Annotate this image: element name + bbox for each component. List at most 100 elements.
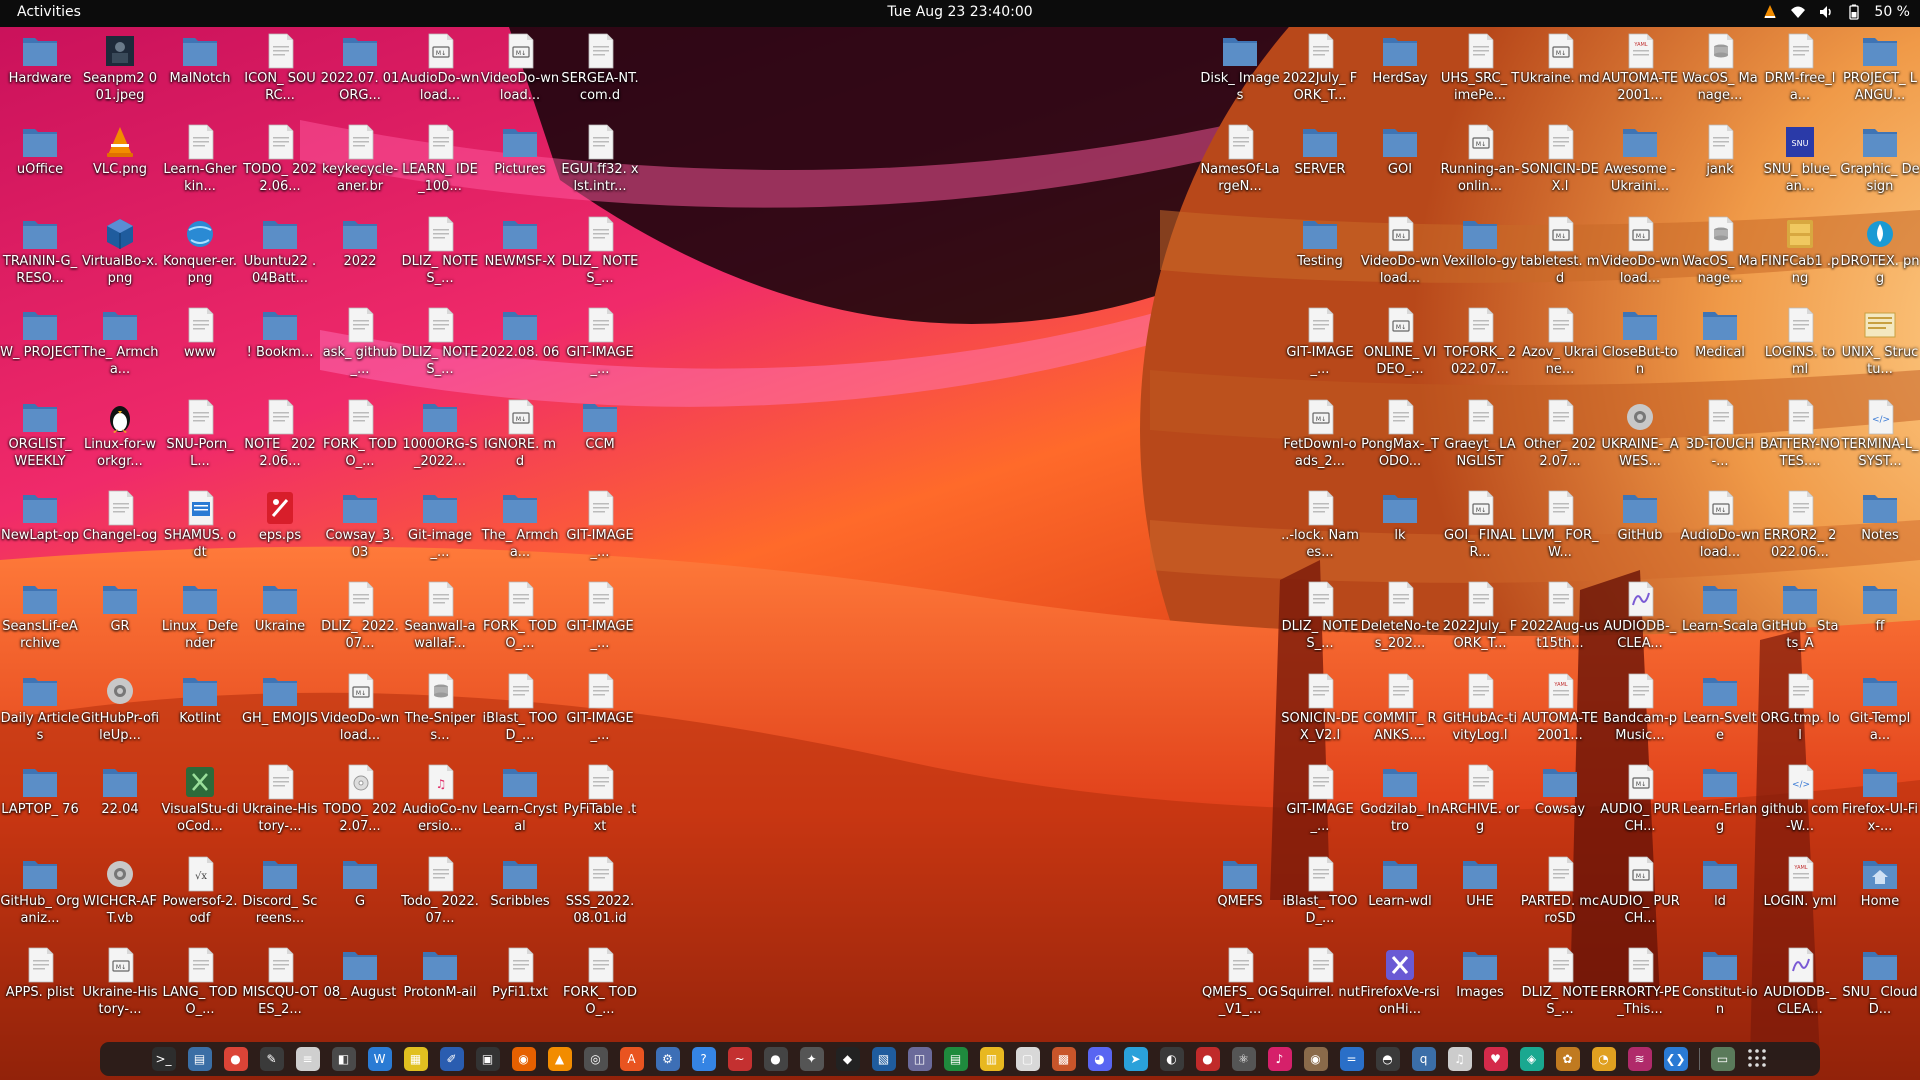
desktop-item-notes[interactable]: Notes [1840, 484, 1920, 575]
desktop-item-dliz-notes[interactable]: DLIZ_ NOTES_... [1520, 941, 1600, 1032]
desktop-item-git-image[interactable]: GIT-IMAGE_... [560, 667, 640, 758]
desktop-item-githubpr-ofileup[interactable]: GitHubPr-ofileUp... [80, 667, 160, 758]
desktop-item-herdsay[interactable]: HerdSay [1360, 27, 1440, 118]
vlc-tray-icon[interactable] [1762, 4, 1778, 20]
battery-icon[interactable] [1846, 4, 1862, 20]
desktop-item-protonm-ail[interactable]: ProtonM-ail [400, 941, 480, 1032]
dock-terminal-icon[interactable]: >_ [151, 1047, 176, 1071]
dock-chat-icon[interactable]: ◔ [1591, 1047, 1616, 1071]
desktop-item-seanslif-earchive[interactable]: SeansLif-eArchive [0, 575, 80, 666]
dock-shotwell-icon[interactable]: ✦ [799, 1047, 824, 1071]
desktop-item-learn-erlang[interactable]: Learn-Erlang [1680, 758, 1760, 849]
desktop-item-iblast-tood[interactable]: iBlast_ TOOD_... [480, 667, 560, 758]
dock-drawing-icon[interactable]: ✐ [439, 1047, 464, 1071]
desktop-item-wichcr-aft-vb[interactable]: WICHCR-AFT.vb [80, 850, 160, 941]
desktop-item-egui-ff32-xlst-intr[interactable]: EGUI.ff32. xlst.intr... [560, 118, 640, 209]
desktop-item-home[interactable]: Home [1840, 850, 1920, 941]
desktop-item-llvm-for-w[interactable]: LLVM_ FOR_W... [1520, 484, 1600, 575]
dock-fox-app-icon[interactable]: ✿ [1555, 1047, 1580, 1071]
desktop-item-termina-l-syst[interactable]: </> TERMINA-L_SYST... [1840, 393, 1920, 484]
desktop-item-other-2022-07[interactable]: Other_ 2022.07... [1520, 393, 1600, 484]
desktop-item-2022july-fork-t[interactable]: 2022July_ FORK_T... [1280, 27, 1360, 118]
desktop-item-audiodo-wnload[interactable]: M↓ AudioDo-wnload... [1680, 484, 1760, 575]
dock-archive-icon[interactable]: ▩ [1051, 1047, 1076, 1071]
desktop-item-todo-2022-07[interactable]: Todo_ 2022.07... [400, 850, 480, 941]
desktop-item-audiodo-wnload[interactable]: M↓ AudioDo-wnload... [400, 27, 480, 118]
dock-blender-icon[interactable]: ⚛ [1231, 1047, 1256, 1071]
desktop-item-online-video[interactable]: M↓ ONLINE_ VIDEO_... [1360, 301, 1440, 392]
desktop-item-automa-te2001[interactable]: YAML AUTOMA-TE2001... [1600, 27, 1680, 118]
dock-boxes-icon[interactable]: ◫ [907, 1047, 932, 1071]
desktop-item-orglist-weekly[interactable]: ORGLIST_ WEEKLY [0, 393, 80, 484]
dock-music-icon[interactable]: ♫ [1447, 1047, 1472, 1071]
clock[interactable]: Tue Aug 23 23:40:00 [887, 4, 1032, 20]
desktop-item-server[interactable]: SERVER [1280, 118, 1360, 209]
desktop-item-org-tmp-lol[interactable]: ORG.tmp. lol [1760, 667, 1840, 758]
desktop-item-battery-notes[interactable]: BATTERY-NOTES.... [1760, 393, 1840, 484]
desktop-item-the-armcha[interactable]: The_ Armcha... [80, 301, 160, 392]
desktop-item-icon-sourc[interactable]: ICON_ SOURC... [240, 27, 320, 118]
desktop-item-powersof-2-odf[interactable]: √x Powersof-2.odf [160, 850, 240, 941]
desktop-item-www[interactable]: www [160, 301, 240, 392]
desktop-item-discord-screens[interactable]: Discord_ Screens... [240, 850, 320, 941]
dock-settings-app-icon[interactable]: ⚙ [655, 1047, 680, 1071]
dock-telegram-icon[interactable]: ➤ [1123, 1047, 1148, 1071]
desktop-item-uhe[interactable]: UHE [1440, 850, 1520, 941]
desktop-item-deleteno-tes-202[interactable]: DeleteNo-tes_202... [1360, 575, 1440, 666]
dock-firefox-icon[interactable]: ◉ [511, 1047, 536, 1071]
dock-lollypop-icon[interactable]: ♪ [1267, 1047, 1292, 1071]
dock-pdf-icon[interactable]: ▢ [1015, 1047, 1040, 1071]
desktop-item-project-langu[interactable]: PROJECT_ LANGU... [1840, 27, 1920, 118]
desktop-item-lock-names[interactable]: ..-lock. Names... [1280, 484, 1360, 575]
dock-text-editor-icon[interactable]: ≡ [295, 1047, 320, 1071]
desktop-item-finfcab1-png[interactable]: FINFCab1 .png [1760, 210, 1840, 301]
desktop-item-ukraine-md[interactable]: M↓ Ukraine. md [1520, 27, 1600, 118]
desktop-item-snu-blue-an[interactable]: SNU SNU_ blue_an... [1760, 118, 1840, 209]
desktop-item-2022july-fork-t[interactable]: 2022July_ FORK_T... [1440, 575, 1520, 666]
desktop-item-learn-gherkin[interactable]: Learn-Gherkin... [160, 118, 240, 209]
desktop-item-goi[interactable]: GOI [1360, 118, 1440, 209]
desktop-item-learn-svelte[interactable]: Learn-Svelte [1680, 667, 1760, 758]
dock-calculator-icon[interactable]: = [1339, 1047, 1364, 1071]
desktop-item-2022aug-ust15th[interactable]: 2022Aug-ust15th... [1520, 575, 1600, 666]
desktop-item-git-image[interactable]: GIT-IMAGE_... [560, 575, 640, 666]
desktop-item-fetdownl-oads-2[interactable]: M↓ FetDownl-oads_2... [1280, 393, 1360, 484]
desktop-item-snu-porn-l[interactable]: SNU-Porn_L... [160, 393, 240, 484]
desktop-item-vlc-png[interactable]: VLC.png [80, 118, 160, 209]
desktop-item-godzilab-intro[interactable]: Godzilab_ Intro [1360, 758, 1440, 849]
desktop-item-learn-ide-100[interactable]: LEARN_ IDE_100... [400, 118, 480, 209]
desktop-item-sergea-nt-com-d[interactable]: SERGEA-NT.com.d [560, 27, 640, 118]
desktop-item-linux-for-workgr[interactable]: Linux-for-workgr... [80, 393, 160, 484]
dock-obs-icon[interactable]: ◎ [583, 1047, 608, 1071]
desktop-item-3d-touch[interactable]: 3D-TOUCH-... [1680, 393, 1760, 484]
desktop-item-sss-2022-08-01-id[interactable]: SSS_2022. 08.01.id [560, 850, 640, 941]
desktop-item-tofork-2022-07[interactable]: TOFORK_ 2022.07... [1440, 301, 1520, 392]
desktop-item-daily-articles[interactable]: Daily Articles [0, 667, 80, 758]
dock-help-icon[interactable]: ? [691, 1047, 716, 1071]
desktop-item-g[interactable]: G [320, 850, 400, 941]
desktop-item-parted-mcrosd[interactable]: PARTED. mcroSD [1520, 850, 1600, 941]
desktop-item-ask-github[interactable]: ask_ github_... [320, 301, 400, 392]
desktop-item-learn-wdl[interactable]: Learn-wdl [1360, 850, 1440, 941]
volume-icon[interactable] [1818, 4, 1834, 20]
dock-spreadsheet-icon[interactable]: ▤ [943, 1047, 968, 1071]
desktop-item-seanpm2-001-jpeg[interactable]: Seanpm2 001.jpeg [80, 27, 160, 118]
desktop-item-errorty-pe-this[interactable]: ERRORTY-PE_This... [1600, 941, 1680, 1032]
desktop-item-git-image[interactable]: GIT-IMAGE_... [1280, 301, 1360, 392]
desktop-item-qmefs[interactable]: QMEFS [1200, 850, 1280, 941]
desktop-item-uoffice[interactable]: uOffice [0, 118, 80, 209]
desktop-item-firefox-ui-fix[interactable]: Firefox-UI-Fix-... [1840, 758, 1920, 849]
dock-qbittorrent-icon[interactable]: q [1411, 1047, 1436, 1071]
dock-trash-icon[interactable]: ▭ [1710, 1047, 1735, 1071]
desktop-item-audio-purch[interactable]: M↓ AUDIO_ PURCH... [1600, 758, 1680, 849]
dock-notes-icon[interactable]: ✎ [259, 1047, 284, 1071]
dock-github-desktop-icon[interactable]: ◓ [1375, 1047, 1400, 1071]
desktop-item-git-image[interactable]: GIT-IMAGE_... [560, 484, 640, 575]
desktop-item-w-project[interactable]: W_ PROJECT [0, 301, 80, 392]
desktop-item-squirrel-nut[interactable]: Squirrel. nut [1280, 941, 1360, 1032]
desktop-item-ukraine[interactable]: Ukraine [240, 575, 320, 666]
dock-recorder-icon[interactable]: ● [1195, 1047, 1220, 1071]
desktop-item-git-image[interactable]: Git-image_... [400, 484, 480, 575]
desktop-item-disk-images[interactable]: Disk_ Images [1200, 27, 1280, 118]
desktop-item-audiodb-clea[interactable]: AUDIODB-_CLEA... [1600, 575, 1680, 666]
